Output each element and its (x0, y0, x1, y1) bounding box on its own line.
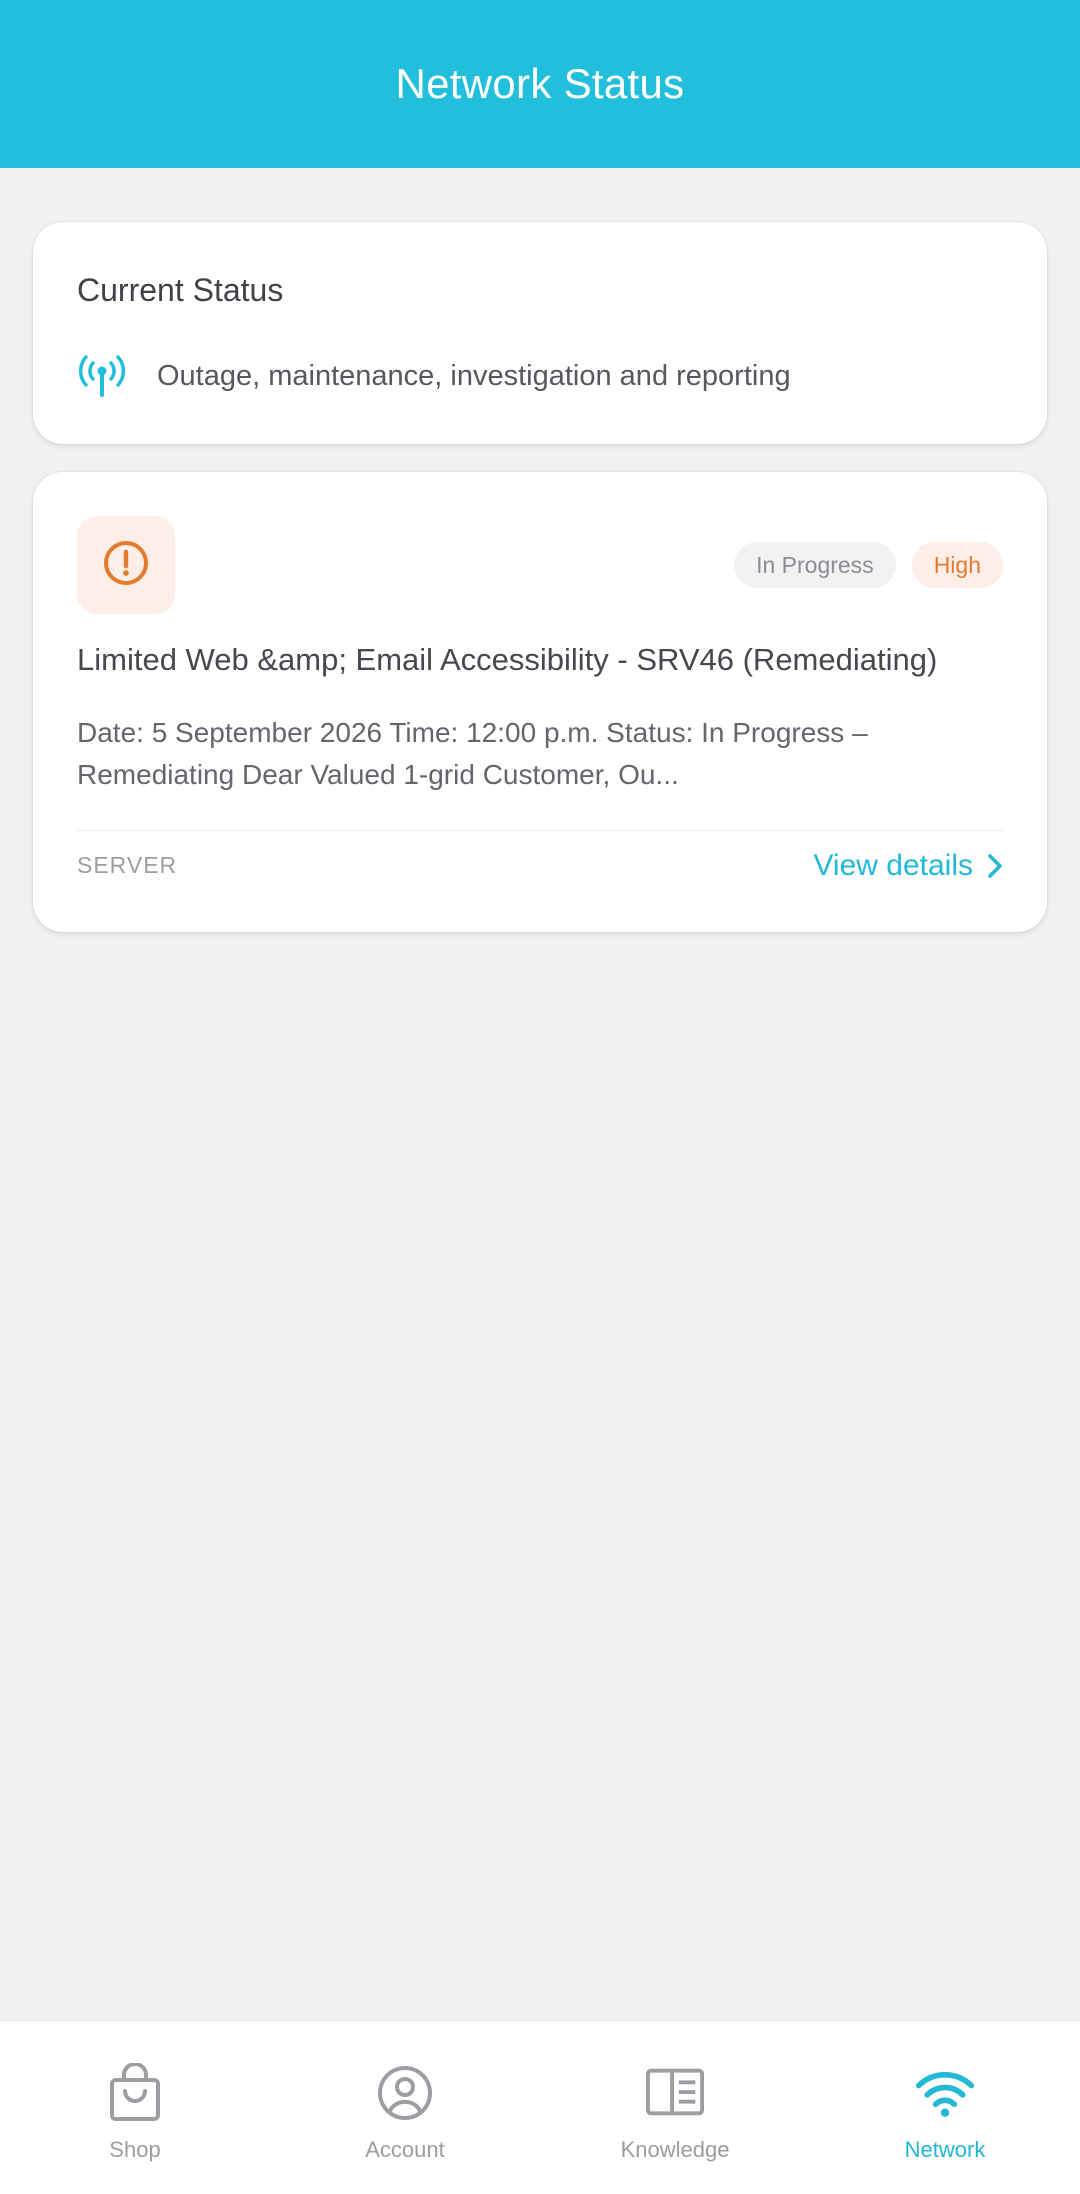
antenna-signal-icon (77, 354, 127, 398)
incident-category: SERVER (77, 852, 178, 878)
incident-badges: In Progress High (734, 542, 1003, 588)
view-details-link[interactable]: View details (813, 844, 1003, 888)
app-header: Network Status (0, 0, 1080, 168)
current-status-heading: Current Status (77, 272, 284, 308)
nav-label-knowledge: Knowledge (620, 2137, 730, 2162)
current-status-description: Outage, maintenance, investigation and r… (157, 359, 791, 392)
nav-label-shop: Shop (109, 2137, 161, 2162)
user-circle-icon (375, 2063, 435, 2123)
incident-alert-badge (77, 516, 175, 614)
view-details-label: View details (813, 849, 973, 882)
incident-summary: Date: 5 September 2026 Time: 12:00 p.m. … (77, 717, 868, 790)
nav-label-account: Account (365, 2137, 445, 2162)
shopping-bag-icon (105, 2063, 165, 2123)
bottom-navigation: Shop Account Knowledge Network (0, 2020, 1080, 2194)
book-open-icon (645, 2063, 705, 2123)
status-badge: In Progress (734, 542, 896, 588)
nav-item-network[interactable]: Network (810, 2021, 1080, 2194)
nav-label-network: Network (904, 2137, 986, 2162)
page-title: Network Status (395, 60, 685, 107)
nav-item-account[interactable]: Account (270, 2021, 540, 2194)
current-status-row: Outage, maintenance, investigation and r… (77, 350, 791, 402)
nav-item-knowledge[interactable]: Knowledge (540, 2021, 810, 2194)
alert-circle-icon (101, 538, 151, 593)
incident-card[interactable]: In Progress High Limited Web &amp; Email… (33, 472, 1047, 932)
priority-badge: High (911, 542, 1003, 588)
current-status-card: Current Status Outage, maintenance, inve… (33, 222, 1047, 444)
nav-item-shop[interactable]: Shop (0, 2021, 270, 2194)
network-status-screen: Network Status Current Status Outage, ma… (0, 0, 1080, 2194)
chevron-right-icon (987, 853, 1003, 879)
divider (77, 830, 1003, 831)
incident-title: Limited Web &amp; Email Accessibility - … (77, 642, 938, 677)
wifi-icon (915, 2063, 975, 2123)
